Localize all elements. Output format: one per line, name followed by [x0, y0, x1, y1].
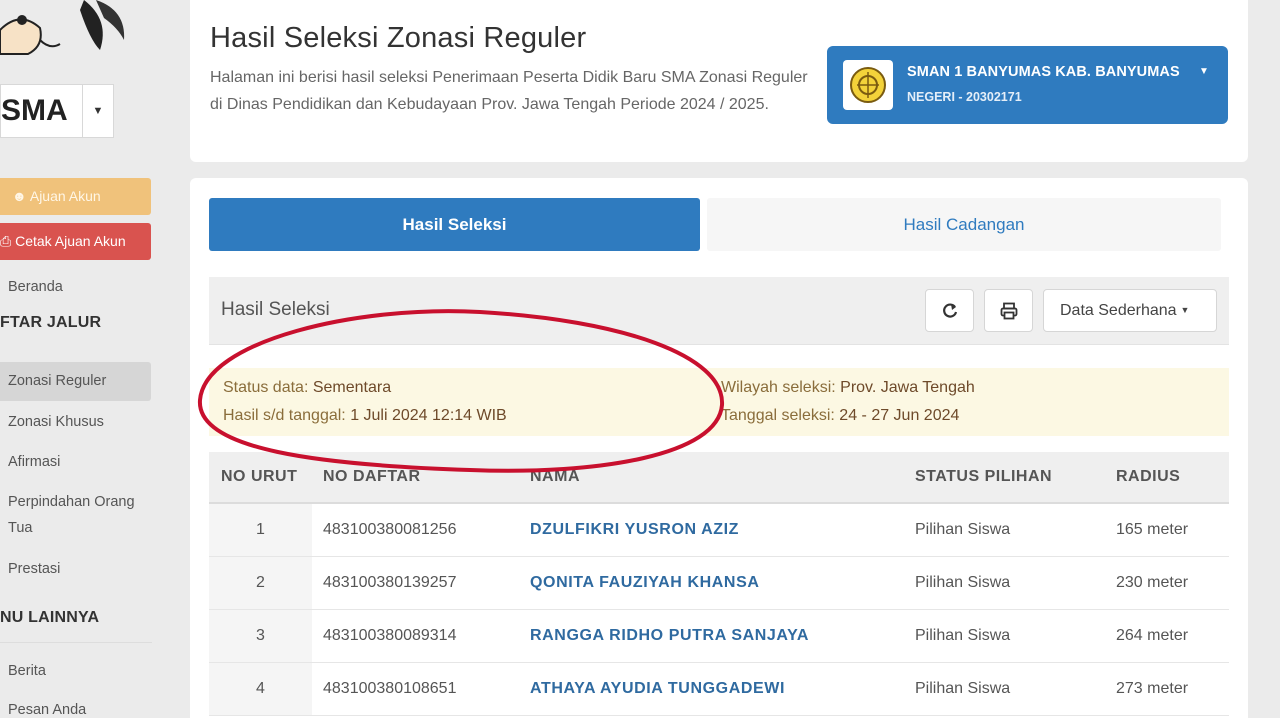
school-emblem-icon — [843, 60, 893, 110]
status-data-value: Sementara — [312, 379, 392, 396]
tanggal-seleksi-key: Tanggal seleksi: — [721, 407, 840, 424]
sidebar-item-berita[interactable]: Berita — [8, 658, 158, 684]
cell-no-urut: 3 — [209, 610, 312, 662]
ajuan-akun-label: Ajuan Akun — [29, 188, 101, 204]
sidebar-item-beranda[interactable]: Beranda — [8, 274, 158, 300]
column-header-no-urut[interactable]: NO URUT — [221, 468, 297, 486]
sidebar-item-zonasi-reguler[interactable]: Zonasi Reguler — [8, 368, 158, 394]
table-row[interactable]: 1 483100380081256 DZULFIKRI YUSRON AZIZ … — [209, 504, 1229, 557]
hasil-tanggal-value: 1 Juli 2024 12:14 WIB — [350, 407, 507, 424]
cell-nama-link[interactable]: QONITA FAUZIYAH KHANSA — [530, 557, 760, 609]
cetak-ajuan-akun-button[interactable]: ⎙ Cetak Ajuan Akun — [0, 223, 151, 260]
sidebar-item-label: Zonasi Reguler — [8, 373, 107, 389]
sidebar-item-label: Zonasi Khusus — [8, 414, 104, 430]
status-info-left: Status data: Sementara Hasil s/d tanggal… — [223, 374, 507, 430]
refresh-icon — [943, 303, 958, 318]
status-info-box: Status data: Sementara Hasil s/d tanggal… — [209, 368, 1229, 436]
mascot-logo — [0, 0, 132, 58]
cell-no-urut: 2 — [209, 557, 312, 609]
cell-no-daftar: 483100380108651 — [323, 680, 457, 697]
school-selector[interactable]: SMAN 1 BANYUMAS KAB. BANYUMAS NEGERI - 2… — [827, 46, 1228, 124]
table-row[interactable]: 3 483100380089314 RANGGA RIDHO PUTRA SAN… — [209, 610, 1229, 663]
print-button[interactable] — [984, 289, 1033, 332]
section-heading-jalur: FTAR JALUR — [0, 314, 102, 331]
status-info-right: Wilayah seleksi: Prov. Jawa Tengah Tangg… — [721, 374, 975, 430]
view-mode-label: Data Sederhana — [1060, 302, 1177, 319]
cell-status-pilihan: Pilihan Siswa — [915, 627, 1011, 644]
cetak-ajuan-akun-label: Cetak Ajuan Akun — [15, 233, 126, 249]
wilayah-value: Prov. Jawa Tengah — [840, 379, 975, 396]
sidebar-item-label: Berita — [8, 663, 46, 679]
page-description: Halaman ini berisi hasil seleksi Penerim… — [210, 69, 808, 113]
cell-radius: 273 meter — [1116, 680, 1189, 697]
sidebar: SMA ▼ ☻ Ajuan Akun ⎙ Cetak Ajuan Akun Be… — [0, 0, 168, 718]
sidebar-item-afirmasi[interactable]: Afirmasi — [8, 449, 158, 475]
sidebar-item-zonasi-khusus[interactable]: Zonasi Khusus — [8, 409, 158, 435]
page-header: Hasil Seleksi Zonasi Reguler Halaman ini… — [190, 0, 1248, 162]
cell-no-urut: 1 — [209, 504, 312, 556]
sidebar-item-label: Perpindahan Orang Tua — [8, 494, 135, 536]
column-header-radius[interactable]: RADIUS — [1116, 468, 1180, 486]
cell-status-pilihan: Pilihan Siswa — [915, 680, 1011, 697]
column-header-no-daftar[interactable]: NO DAFTAR — [323, 468, 421, 486]
hasil-tanggal-key: Hasil s/d tanggal: — [223, 407, 351, 424]
cell-radius: 264 meter — [1116, 627, 1189, 644]
results-card: Hasil Seleksi Hasil Cadangan Hasil Selek… — [190, 178, 1248, 718]
level-select[interactable]: SMA — [0, 84, 82, 138]
ajuan-akun-button[interactable]: ☻ Ajuan Akun — [0, 178, 151, 215]
sidebar-divider — [0, 642, 152, 643]
wilayah-key: Wilayah seleksi: — [721, 379, 841, 396]
view-mode-dropdown[interactable]: Data Sederhana ▼ — [1043, 289, 1217, 332]
school-name: SMAN 1 BANYUMAS KAB. BANYUMAS — [907, 64, 1180, 80]
cell-nama-link[interactable]: RANGGA RIDHO PUTRA SANJAYA — [530, 610, 809, 662]
chevron-down-icon: ▼ — [1199, 66, 1209, 77]
table-row[interactable]: 4 483100380108651 ATHAYA AYUDIA TUNGGADE… — [209, 663, 1229, 716]
cell-nama-link[interactable]: ATHAYA AYUDIA TUNGGADEWI — [530, 663, 785, 715]
sidebar-item-label: Pesan Anda — [8, 702, 87, 718]
cell-radius: 165 meter — [1116, 521, 1189, 538]
sidebar-item-label: Afirmasi — [8, 454, 61, 470]
cell-no-daftar: 483100380139257 — [323, 574, 457, 591]
hasil-tanggal-line: Hasil s/d tanggal: 1 Juli 2024 12:14 WIB — [223, 402, 507, 430]
sidebar-item-perpindahan-orang-tua[interactable]: Perpindahan Orang Tua — [8, 489, 154, 541]
tab-hasil-cadangan[interactable]: Hasil Cadangan — [707, 198, 1221, 251]
level-select-caret[interactable]: ▼ — [82, 84, 114, 138]
chevron-down-icon: ▼ — [92, 105, 104, 117]
tab-hasil-seleksi[interactable]: Hasil Seleksi — [209, 198, 700, 251]
page-title: Hasil Seleksi Zonasi Reguler — [210, 22, 587, 54]
column-header-status-pilihan[interactable]: STATUS PILIHAN — [915, 468, 1052, 486]
tanggal-seleksi-line: Tanggal seleksi: 24 - 27 Jun 2024 — [721, 402, 975, 430]
cell-no-urut: 4 — [209, 663, 312, 715]
refresh-button[interactable] — [925, 289, 974, 332]
cell-radius: 230 meter — [1116, 574, 1189, 591]
tanggal-seleksi-value: 24 - 27 Jun 2024 — [839, 407, 960, 424]
table-row[interactable]: 2 483100380139257 QONITA FAUZIYAH KHANSA… — [209, 557, 1229, 610]
panel-title: Hasil Seleksi — [221, 299, 330, 320]
sidebar-item-label: Prestasi — [8, 561, 61, 577]
level-select-value: SMA — [1, 94, 68, 127]
column-header-nama[interactable]: NAMA — [530, 468, 580, 486]
status-data-line: Status data: Sementara — [223, 374, 507, 402]
sidebar-item-prestasi[interactable]: Prestasi — [8, 556, 158, 582]
panel-header: Hasil Seleksi Data Sederhana ▼ — [209, 277, 1229, 345]
section-heading-lainnya: NU LAINNYA — [0, 609, 100, 626]
cell-no-daftar: 483100380081256 — [323, 521, 457, 538]
cell-status-pilihan: Pilihan Siswa — [915, 574, 1011, 591]
cell-no-daftar: 483100380089314 — [323, 627, 457, 644]
caret-down-icon: ▼ — [1180, 305, 1190, 315]
school-npsn: NEGERI - 20302171 — [907, 90, 1022, 104]
users-icon: ☻ — [12, 188, 27, 204]
print-icon: ⎙ — [0, 233, 12, 249]
print-icon — [1000, 302, 1018, 320]
sidebar-item-pesan-anda[interactable]: Pesan Anda — [8, 697, 158, 718]
cell-status-pilihan: Pilihan Siswa — [915, 521, 1011, 538]
wilayah-line: Wilayah seleksi: Prov. Jawa Tengah — [721, 374, 975, 402]
status-data-key: Status data: — [223, 379, 313, 396]
sidebar-item-label: Beranda — [8, 279, 63, 295]
cell-nama-link[interactable]: DZULFIKRI YUSRON AZIZ — [530, 504, 739, 556]
table-header: NO URUT NO DAFTAR NAMA STATUS PILIHAN RA… — [209, 452, 1229, 504]
